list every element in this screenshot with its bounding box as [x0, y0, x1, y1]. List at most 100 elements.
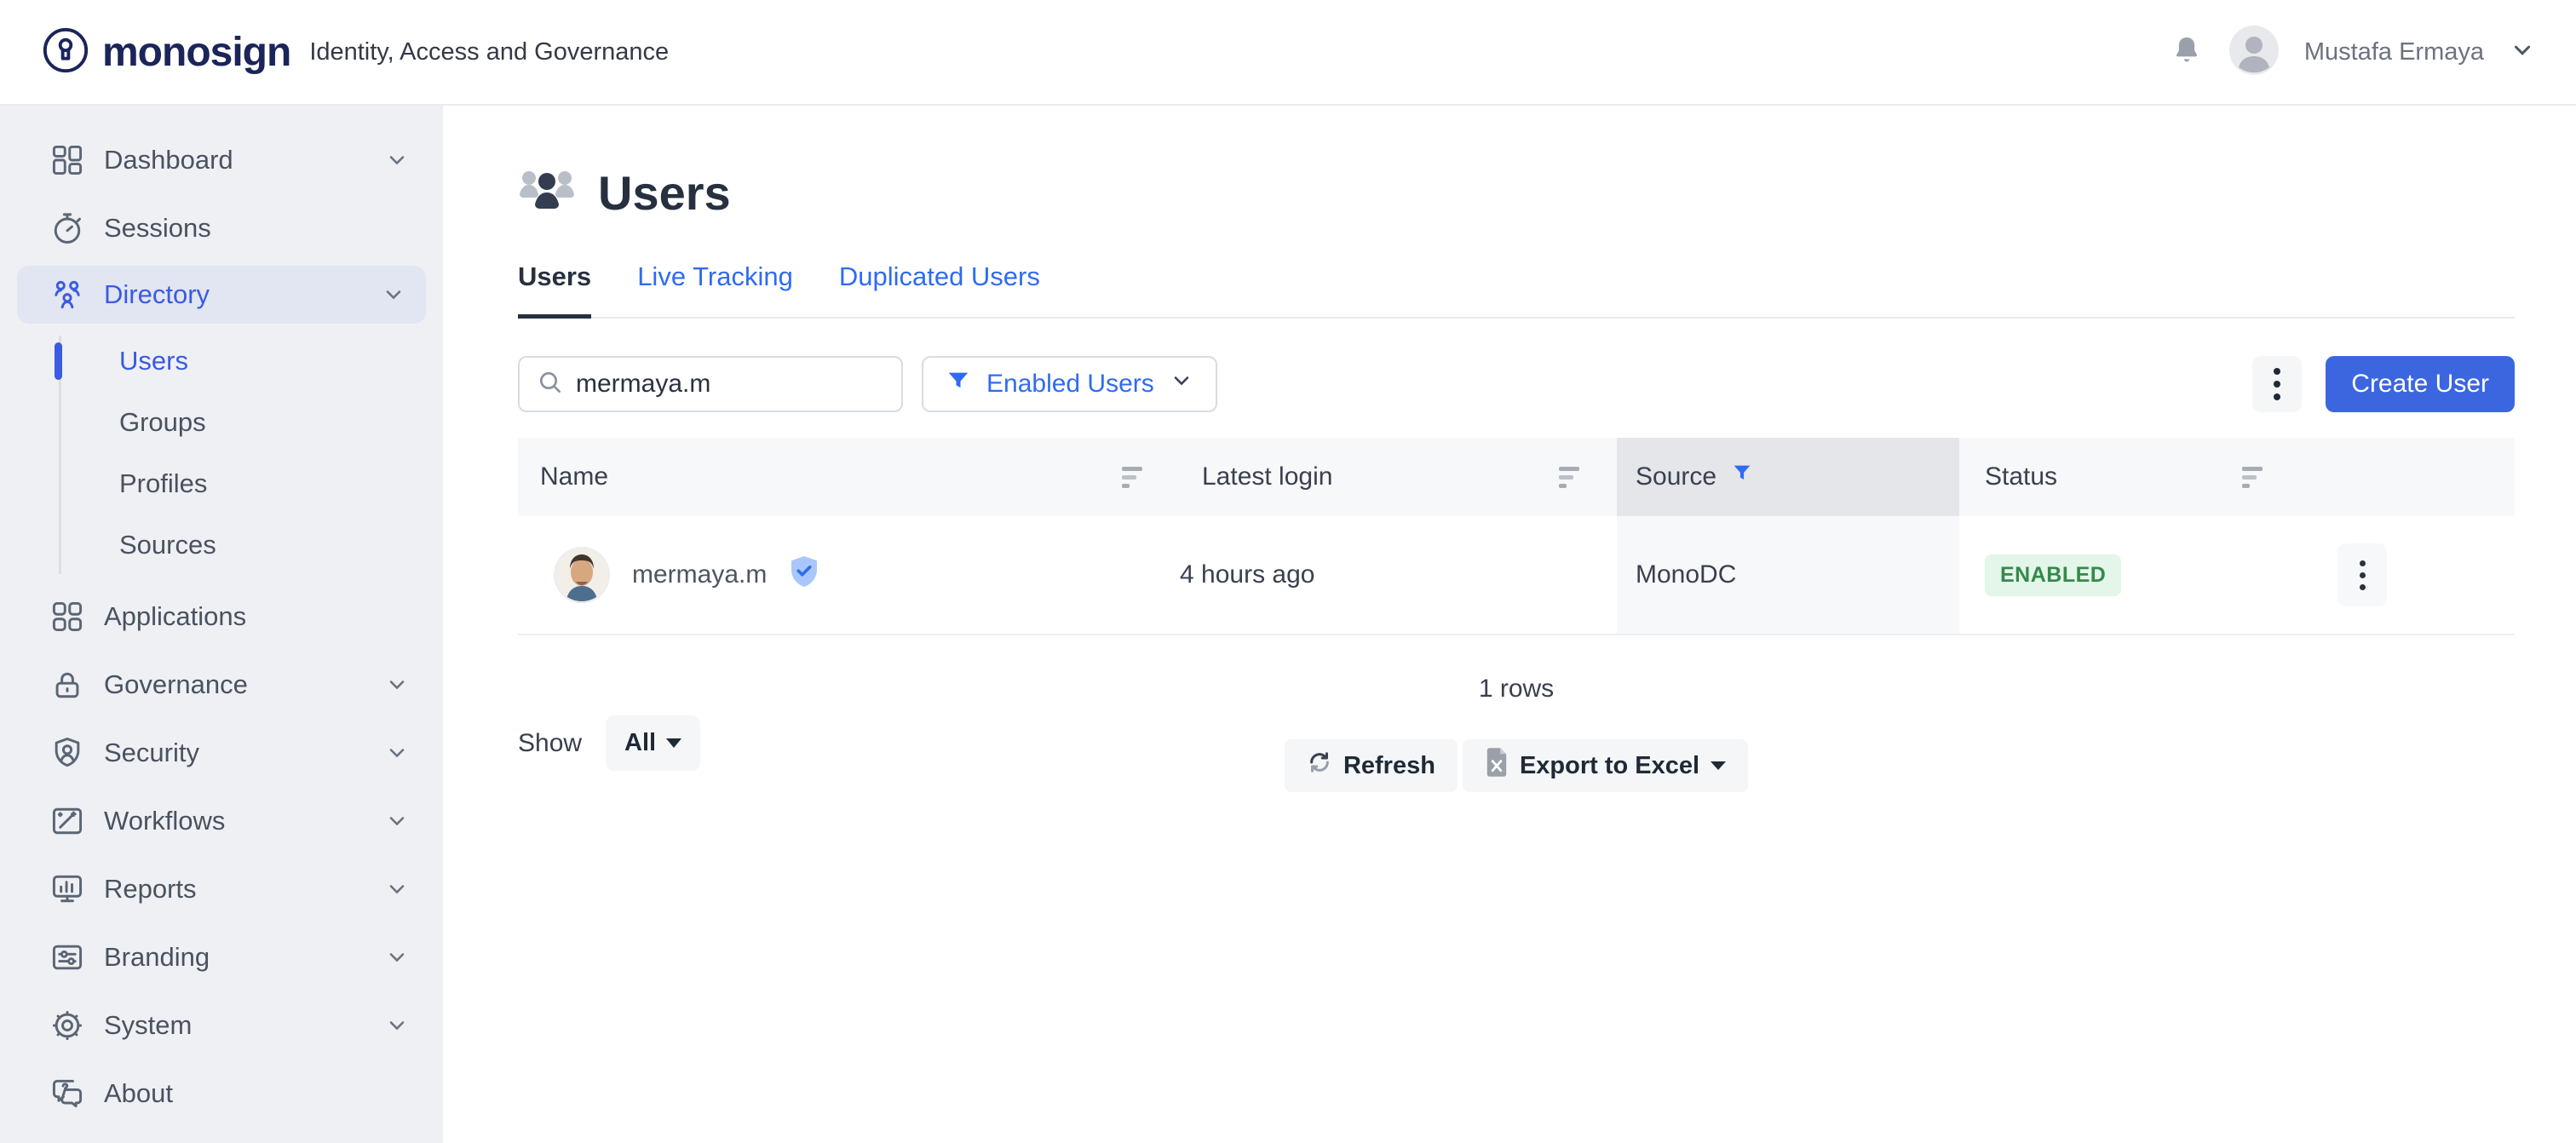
filter-funnel-icon [946, 368, 971, 400]
sidebar-item-workflows[interactable]: Workflows [0, 787, 443, 855]
users-group-icon [518, 167, 576, 219]
sidebar-item-security[interactable]: Security [0, 719, 443, 787]
directory-people-icon [48, 275, 87, 314]
users-table: Name Latest login Source Status [518, 438, 2515, 635]
sidebar-item-label: Security [104, 738, 385, 768]
status-badge: ENABLED [1985, 554, 2121, 596]
chevron-down-icon [385, 673, 409, 697]
row-actions-kebab-button[interactable] [2337, 543, 2387, 606]
sidebar-item-label: Reports [104, 874, 385, 905]
filter-button[interactable]: Enabled Users [922, 356, 1217, 412]
sub-item-label: Sources [119, 530, 216, 560]
monosign-logo-icon [41, 26, 90, 79]
chevron-down-icon [385, 809, 409, 833]
brand-name: monosign [102, 29, 290, 76]
sidebar-item-sources[interactable]: Sources [0, 514, 443, 576]
applications-icon [48, 597, 87, 636]
user-name-cell[interactable]: mermaya.m [518, 516, 1180, 634]
rows-count: 1 rows [518, 675, 2515, 704]
sidebar-item-label: Applications [104, 601, 409, 632]
sub-item-label: Groups [119, 407, 206, 438]
sidebar-item-sessions[interactable]: Sessions [0, 194, 443, 262]
tab-live-tracking[interactable]: Live Tracking [637, 261, 793, 317]
sidebar-item-reports[interactable]: Reports [0, 855, 443, 923]
column-header-source[interactable]: Source [1617, 438, 1959, 516]
sidebar-item-about[interactable]: About [0, 1060, 443, 1128]
column-header-status[interactable]: Status [1959, 438, 2300, 516]
tab-bar: Users Live Tracking Duplicated Users [518, 261, 2515, 319]
search-box[interactable] [518, 356, 903, 412]
sidebar-item-directory[interactable]: Directory [17, 266, 426, 324]
tab-users[interactable]: Users [518, 261, 591, 319]
table-row[interactable]: mermaya.m 4 hours ago MonoDC ENABLED [518, 516, 2515, 635]
sidebar-item-system[interactable]: System [0, 991, 443, 1060]
sidebar-item-label: Sessions [104, 213, 409, 244]
sidebar-item-label: Workflows [104, 806, 385, 836]
shield-user-icon [48, 733, 87, 773]
excel-file-icon [1485, 748, 1509, 784]
column-header-name[interactable]: Name [518, 438, 1180, 516]
about-icon [48, 1074, 87, 1113]
table-options-kebab-button[interactable] [2252, 356, 2302, 412]
main-content: Users Users Live Tracking Duplicated Use… [443, 0, 2576, 823]
chevron-down-icon [385, 1014, 409, 1037]
sidebar-item-label: About [104, 1078, 409, 1109]
dashboard-icon [48, 141, 87, 180]
chevron-down-icon [1170, 369, 1193, 399]
page-title: Users [598, 165, 731, 221]
caret-down-icon [1711, 761, 1726, 770]
refresh-icon [1307, 750, 1332, 782]
sidebar-item-dashboard[interactable]: Dashboard [0, 126, 443, 194]
tab-duplicated-users[interactable]: Duplicated Users [839, 261, 1040, 317]
branding-icon [48, 938, 87, 977]
verified-shield-icon [789, 554, 819, 595]
brand-tagline: Identity, Access and Governance [309, 38, 669, 66]
workflow-icon [48, 801, 87, 841]
filter-label: Enabled Users [986, 370, 1154, 399]
sidebar-item-governance[interactable]: Governance [0, 651, 443, 719]
column-header-latest-login[interactable]: Latest login [1180, 438, 1617, 516]
brand-logo[interactable]: monosign Identity, Access and Governance [41, 26, 669, 79]
user-avatar[interactable] [2229, 26, 2279, 79]
sidebar-item-label: Branding [104, 942, 385, 973]
sub-item-label: Users [119, 346, 188, 376]
export-to-excel-button[interactable]: Export to Excel [1463, 739, 1748, 792]
source-cell: MonoDC [1617, 516, 1959, 634]
active-indicator-bar [55, 342, 62, 380]
stopwatch-icon [48, 209, 87, 248]
search-input[interactable] [576, 370, 884, 399]
search-icon [537, 369, 564, 400]
column-header-actions [2300, 438, 2515, 516]
reports-icon [48, 870, 87, 909]
sidebar-item-label: System [104, 1010, 385, 1041]
status-cell: ENABLED [1959, 516, 2300, 634]
active-filter-funnel-icon[interactable] [1730, 462, 1754, 492]
show-label: Show [518, 729, 582, 758]
user-photo-avatar [554, 547, 610, 603]
sidebar-item-applications[interactable]: Applications [0, 583, 443, 651]
sidebar-item-branding[interactable]: Branding [0, 923, 443, 991]
latest-login-cell: 4 hours ago [1180, 516, 1617, 634]
sidebar-item-users[interactable]: Users [0, 330, 443, 392]
sidebar-item-groups[interactable]: Groups [0, 392, 443, 453]
user-name[interactable]: Mustafa Ermaya [2304, 38, 2484, 66]
table-header-row: Name Latest login Source Status [518, 438, 2515, 516]
chevron-down-icon [382, 283, 405, 307]
sort-icon[interactable] [1122, 467, 1142, 488]
sort-icon[interactable] [2242, 467, 2263, 488]
top-header: monosign Identity, Access and Governance… [0, 0, 2576, 106]
sub-item-label: Profiles [119, 468, 207, 499]
page-size-dropdown[interactable]: All [606, 715, 700, 771]
user-menu-chevron-icon[interactable] [2510, 37, 2535, 67]
create-user-button[interactable]: Create User [2326, 356, 2515, 412]
sort-icon[interactable] [1559, 467, 1579, 488]
sidebar-item-label: Dashboard [104, 145, 385, 175]
sidebar-item-label: Governance [104, 669, 385, 700]
chevron-down-icon [385, 148, 409, 172]
refresh-button[interactable]: Refresh [1285, 739, 1458, 792]
caret-down-icon [666, 738, 681, 748]
user-name-text[interactable]: mermaya.m [632, 560, 767, 589]
notifications-bell-icon[interactable] [2170, 33, 2204, 72]
directory-subnav: Users Groups Profiles Sources [0, 327, 443, 583]
sidebar-item-profiles[interactable]: Profiles [0, 453, 443, 514]
